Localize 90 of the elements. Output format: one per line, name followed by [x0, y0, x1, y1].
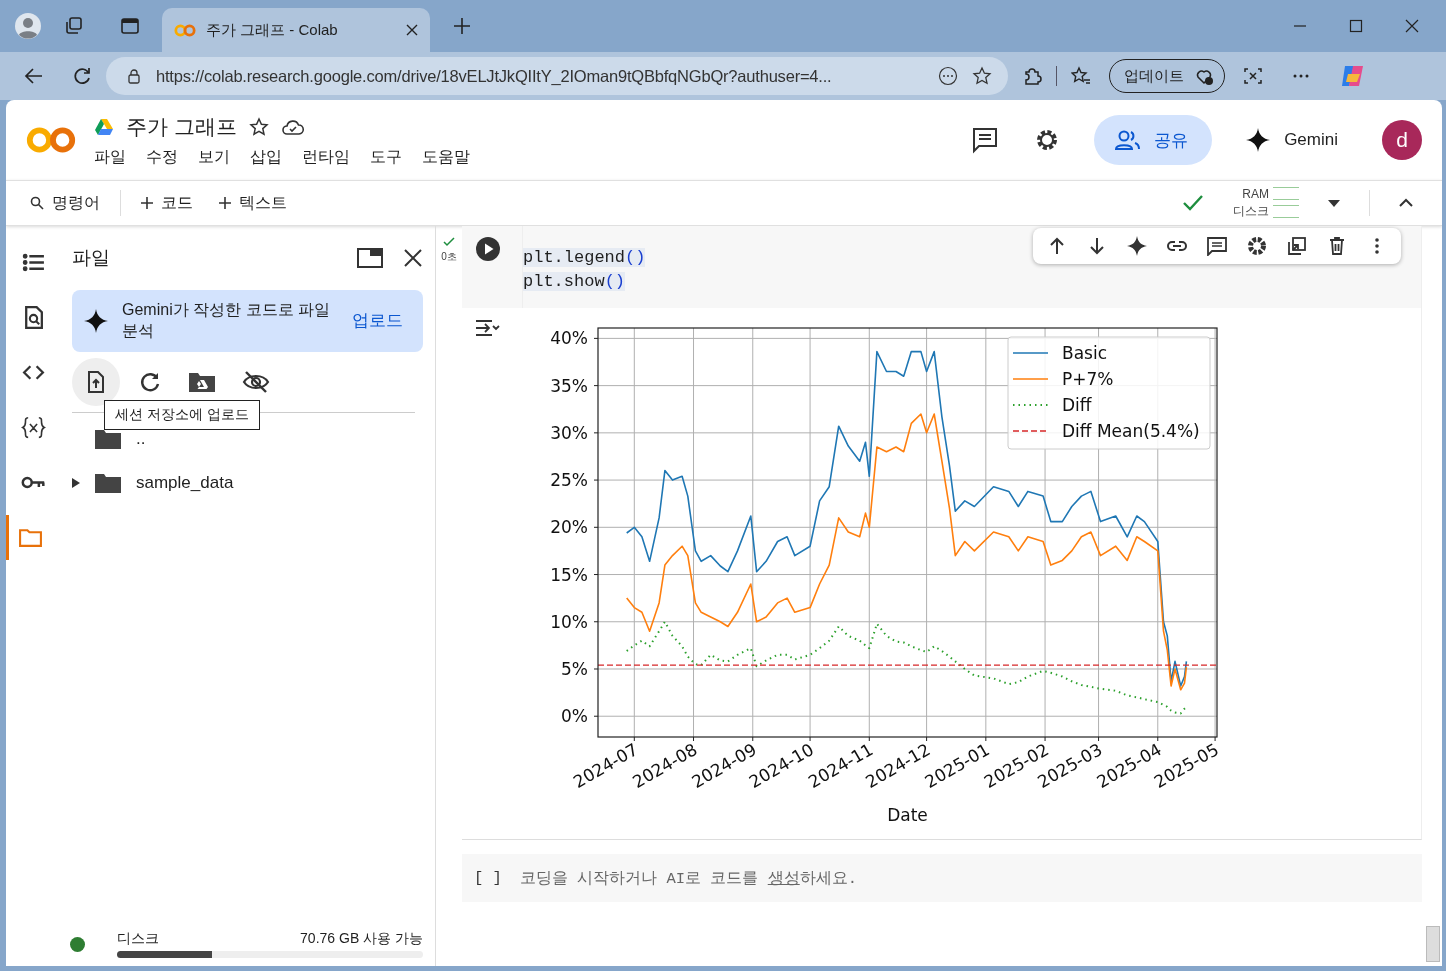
menu-item[interactable]: 도움말	[422, 146, 470, 168]
star-icon[interactable]	[972, 66, 992, 86]
new-tab-icon[interactable]	[452, 16, 472, 36]
sidebar-icon[interactable]	[120, 16, 140, 36]
command-button[interactable]: 명령어	[24, 188, 106, 218]
lock-icon[interactable]	[126, 68, 142, 84]
expand-caret-icon[interactable]	[72, 478, 80, 488]
axis-tick-label: 40%	[550, 328, 588, 349]
upload-button[interactable]	[72, 358, 120, 406]
legend-label: P+7%	[1062, 369, 1114, 389]
favorites-icon[interactable]	[1071, 66, 1091, 86]
folder-name[interactable]: sample_data	[136, 473, 234, 493]
axis-tick-label: 35%	[550, 375, 588, 396]
tooltip: 세션 저장소에 업로드	[104, 400, 260, 430]
menu-item[interactable]: 도구	[370, 146, 402, 168]
legend-label: Diff Mean(5.4%)	[1062, 421, 1200, 441]
disk-label: 디스크	[1233, 202, 1269, 220]
menu-item[interactable]: 삽입	[250, 146, 282, 168]
puzzle-icon[interactable]	[1022, 66, 1042, 86]
panel-title: 파일	[72, 246, 110, 270]
avatar[interactable]: d	[1382, 120, 1422, 160]
add-text-button[interactable]: 텍스트	[213, 188, 293, 218]
refresh-icon[interactable]	[138, 370, 162, 394]
back-icon[interactable]	[24, 66, 44, 86]
check-icon	[443, 236, 455, 248]
upload-link[interactable]: 업로드	[352, 310, 403, 332]
legend-label: Diff	[1062, 395, 1092, 415]
notebook-title[interactable]: 주가 그래프	[126, 112, 237, 141]
axis-tick-label: 20%	[550, 517, 588, 538]
disk-label: 디스크	[117, 930, 159, 948]
maximize-icon[interactable]	[1349, 19, 1363, 33]
ram-label: RAM	[1242, 186, 1269, 201]
banner-text: Gemini가 작성한 코드로 파일 분석	[122, 300, 331, 341]
disk-meter	[1273, 204, 1299, 218]
browser-tab[interactable]: 주가 그래프 - Colab	[162, 8, 430, 52]
empty-code-cell[interactable]: [ ] 코딩을 시작하거나 AI로 코드를 생성하세요.	[462, 854, 1422, 902]
settings-icon[interactable]	[1247, 236, 1267, 256]
output-menu-icon[interactable]	[474, 318, 500, 338]
more-icon[interactable]	[938, 66, 958, 86]
scrollbar-thumb[interactable]	[1426, 926, 1440, 962]
axis-tick-label: 25%	[550, 470, 588, 491]
window-icon[interactable]	[357, 248, 383, 268]
legend-label: Basic	[1062, 343, 1107, 363]
colab-logo-icon[interactable]	[24, 124, 78, 156]
run-time: 0초	[441, 250, 457, 264]
tab-title: 주가 그래프 - Colab	[206, 20, 339, 40]
drive-icon[interactable]	[94, 116, 114, 137]
folder-name[interactable]: ..	[136, 429, 146, 449]
search-icon	[30, 196, 44, 210]
axis-tick-label: 5%	[561, 659, 588, 679]
axis-tick-label: 10%	[550, 611, 588, 632]
sparkle-icon	[1246, 128, 1271, 152]
add-code-button[interactable]: 코드	[135, 188, 199, 218]
arrow-down-icon[interactable]	[1087, 236, 1107, 256]
delete-icon[interactable]	[1327, 236, 1347, 256]
gemini-button[interactable]: Gemini	[1226, 115, 1358, 165]
menu-item[interactable]: 보기	[198, 146, 230, 168]
colab-logo-icon	[174, 23, 196, 37]
cell-brackets: [ ]	[474, 869, 502, 887]
axis-tick-label: 0%	[561, 706, 588, 727]
menu-item[interactable]: 파일	[94, 146, 126, 168]
address-bar[interactable]: https://colab.research.google.com/drive/18vELJtJkQIItY_2IOman9tQBbfqNGbQr?authuser=4...	[106, 57, 1008, 95]
axis-tick-label: 15%	[550, 564, 588, 585]
url-text: https://colab.research.google.com/drive/18vELJtJkQIItY_2IOman9tQBbfqNGbQr?authuser=4...	[156, 66, 833, 86]
star-icon[interactable]	[248, 116, 269, 137]
reload-icon[interactable]	[72, 66, 92, 86]
comment-icon[interactable]	[971, 126, 1000, 154]
cell-placeholder: 코딩을 시작하거나 AI로 코드를 생성하세요.	[519, 868, 858, 889]
comment-icon[interactable]	[1207, 236, 1227, 256]
sparkle-icon	[84, 309, 108, 333]
run-icon[interactable]	[476, 237, 500, 261]
close-icon[interactable]	[403, 248, 423, 268]
close-icon[interactable]	[1405, 19, 1419, 33]
profile-icon[interactable]	[14, 12, 42, 40]
screenshot-icon[interactable]	[1243, 66, 1263, 86]
mirror-cell-icon[interactable]	[1287, 236, 1307, 256]
axis-title: Date	[887, 805, 928, 825]
status-dot	[70, 936, 85, 952]
sparkle-icon[interactable]	[1127, 236, 1147, 256]
axis-tick-label: 30%	[550, 422, 588, 443]
tab-groups-icon[interactable]	[64, 16, 84, 36]
menu-item[interactable]: 수정	[146, 146, 178, 168]
share-button[interactable]: 공유	[1094, 115, 1213, 165]
disk-available: 70.76 GB 사용 가능	[300, 930, 423, 948]
generate-link[interactable]: 생성	[767, 869, 800, 888]
plus-icon	[219, 197, 231, 209]
close-icon[interactable]	[406, 24, 418, 36]
ram-meter	[1273, 187, 1299, 200]
menu-item[interactable]: 런타임	[302, 146, 350, 168]
plus-icon	[141, 197, 153, 209]
